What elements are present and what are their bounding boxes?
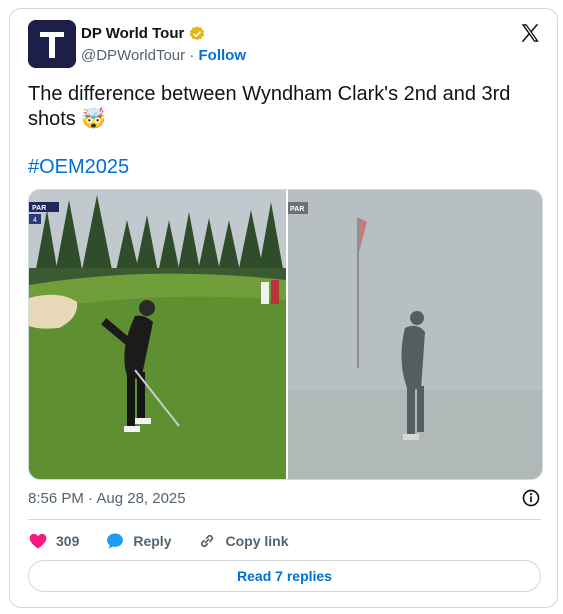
left-par-badge: PAR [32,205,46,212]
author-name-row[interactable]: DP World Tour [81,25,206,43]
copy-link-label: Copy link [225,533,289,549]
follow-button[interactable]: Follow [199,47,247,64]
divider [28,519,541,520]
author-handle[interactable]: @DPWorldTour [81,47,185,64]
link-icon [201,534,214,548]
read-replies-button[interactable]: Read 7 replies [28,560,541,592]
hashtag-link[interactable]: #OEM2025 [28,155,129,180]
separator-dot: · [189,47,195,64]
tweet-text-line2: shots [28,108,76,130]
tweet-text-line1: The difference between Wyndham Clark's 2… [28,83,511,105]
tweet-card: DP World Tour @DPWorldTour · Follow The … [9,8,558,608]
tweet-text: The difference between Wyndham Clark's 2… [28,82,538,132]
clear-scene-image: PAR 4 [29,190,286,479]
like-count: 309 [56,533,80,549]
reply-label: Reply [133,533,172,549]
dp-world-tour-logo [28,20,76,68]
like-button[interactable]: 309 [28,531,79,551]
exploding-head-emoji: 🤯 [81,108,107,130]
tweet-media[interactable]: PAR 4 PAR [28,189,543,480]
tweet-timestamp[interactable]: 8:56 PM · Aug 28, 2025 [28,490,186,508]
verified-badge-icon [190,26,205,41]
fog-scene-image: PAR [288,190,542,479]
right-par-badge: PAR [290,206,304,213]
media-image: PAR 4 PAR [29,190,542,479]
x-logo-icon[interactable] [519,22,541,44]
action-bar: 309 Reply Copy link [28,530,315,552]
author-name[interactable]: DP World Tour [81,25,184,43]
copy-link-button[interactable]: Copy link [197,531,289,551]
left-par-number: 4 [33,217,37,224]
reply-button[interactable]: Reply [105,531,171,551]
author-handle-row: @DPWorldTour · Follow [81,47,246,65]
heart-icon [29,533,47,549]
author-avatar[interactable] [28,20,76,68]
info-icon[interactable] [521,488,541,508]
reply-icon [107,533,124,549]
